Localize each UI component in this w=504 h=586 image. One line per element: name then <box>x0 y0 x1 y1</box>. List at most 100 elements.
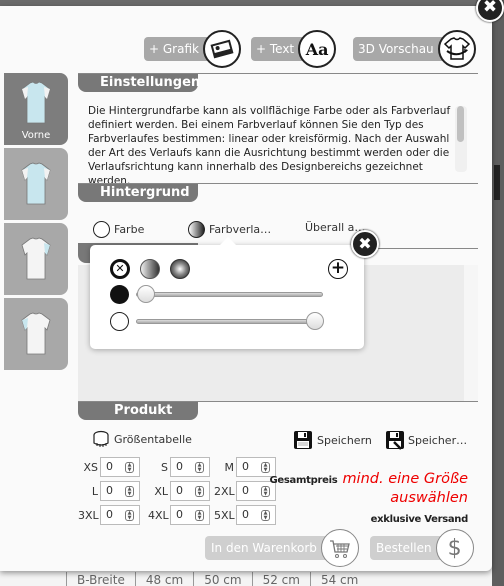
product-header: Produkt <box>78 402 198 420</box>
add-to-cart-button[interactable]: In den Warenkorb <box>205 529 359 567</box>
bg-table-cell: 52 cm <box>251 572 310 586</box>
size-label: XS <box>83 460 98 474</box>
quantity-input[interactable]: 0 ▲ ▼ <box>170 481 210 501</box>
size-field-s: S 0 ▲ ▼ <box>148 457 212 477</box>
quantity-value: 0 <box>242 508 249 521</box>
total-price: Gesamtpreis mind. eine Größe auswählen <box>248 468 469 506</box>
bg-table-cell: B-Breite <box>66 572 135 586</box>
quantity-value: 0 <box>106 484 113 497</box>
size-label: M <box>224 460 235 474</box>
view-front[interactable]: Vorne <box>4 73 68 145</box>
tshirt-back-icon <box>21 162 51 205</box>
tape-measure-icon <box>93 430 109 447</box>
image-icon <box>202 30 241 68</box>
settings-description: Die Hintergrundfarbe kann als vollflächi… <box>88 105 451 187</box>
view-left-sleeve[interactable] <box>4 223 68 295</box>
background-header: Hintergrund <box>78 184 198 202</box>
view-front-label: Vorne <box>21 130 51 141</box>
size-field-xs: XS 0 ▲ ▼ <box>78 457 142 477</box>
gradient-linear-button[interactable] <box>140 259 160 279</box>
quantity-value: 0 <box>176 484 183 497</box>
view-back[interactable] <box>4 148 68 220</box>
floppy-disk-edit-icon <box>386 431 404 450</box>
color-stop-2-slider[interactable] <box>136 312 324 330</box>
quantity-input[interactable]: 0 ▲ ▼ <box>100 505 140 525</box>
quantity-input[interactable]: 0 ▲ ▼ <box>100 457 140 477</box>
quantity-value: 0 <box>176 508 183 521</box>
option-label: Farbe <box>114 223 145 236</box>
quantity-stepper-icon[interactable]: ▲ ▼ <box>125 462 134 473</box>
size-label: 4XL <box>148 508 169 522</box>
dollar-icon: $ <box>435 529 474 567</box>
size-label: 3XL <box>78 508 99 522</box>
add-to-cart-label: In den Warenkorb <box>205 536 339 560</box>
color-stop-1-slider[interactable] <box>136 285 323 303</box>
popover-close-button[interactable]: ✖ <box>351 230 379 258</box>
quantity-input[interactable]: 0 ▲ ▼ <box>170 505 210 525</box>
size-field-5xl: 5XL 0 ▲ ▼ <box>214 505 278 525</box>
text-icon: Aa <box>298 30 337 68</box>
slider-handle[interactable] <box>306 312 324 330</box>
quantity-input[interactable]: 0 ▲ ▼ <box>236 505 276 525</box>
background-dark-bar <box>494 165 500 200</box>
tshirt-left-sleeve-icon <box>21 237 51 280</box>
design-area-edge <box>464 265 478 401</box>
quantity-stepper-icon[interactable]: ▲ ▼ <box>125 486 134 497</box>
size-label: 2XL <box>214 484 235 498</box>
quantity-stepper-icon[interactable]: ▲ ▼ <box>195 486 204 497</box>
background-overlay-right <box>492 0 504 586</box>
description-scrollbar[interactable] <box>455 106 467 172</box>
floppy-disk-icon <box>294 431 312 449</box>
shipping-note: exklusive Versand <box>370 514 469 525</box>
add-text-button[interactable]: + Text Aa <box>251 30 337 68</box>
size-label: L <box>91 484 98 498</box>
bg-table-cell: 48 cm <box>134 572 193 586</box>
option-label: Farbverla… <box>209 223 272 236</box>
view-selector: Vorne <box>4 73 68 373</box>
add-graphic-button[interactable]: + Grafik <box>144 30 241 68</box>
save-label: Speichern <box>317 433 372 447</box>
gradient-radio[interactable] <box>188 221 205 238</box>
quantity-stepper-icon[interactable]: ▲ ▼ <box>195 510 204 521</box>
quantity-input[interactable]: 0 ▲ ▼ <box>100 481 140 501</box>
scrollbar-thumb[interactable] <box>457 106 464 142</box>
total-price-label: Gesamtpreis <box>269 475 338 486</box>
background-option-gradient[interactable]: Farbverla… <box>188 221 271 238</box>
color-stop-2-swatch[interactable] <box>110 312 129 331</box>
view-right-sleeve[interactable] <box>4 298 68 370</box>
quantity-value: 0 <box>176 460 183 473</box>
bg-table-cell: 50 cm <box>193 572 251 586</box>
gradient-none-button[interactable]: ✕ <box>110 259 130 279</box>
tshirt-front-icon <box>21 81 51 124</box>
gradient-editor-popover: ✕ + <box>90 237 364 349</box>
quantity-stepper-icon[interactable]: ▲ ▼ <box>195 462 204 473</box>
size-table-link[interactable]: Größentabelle <box>92 430 192 448</box>
add-color-stop-button[interactable]: + <box>328 259 348 279</box>
background-option-solid[interactable]: Farbe <box>93 221 144 238</box>
background-size-table: B-Breite 48 cm 50 cm 52 cm 54 cm <box>66 572 369 586</box>
size-field-3xl: 3XL 0 ▲ ▼ <box>78 505 142 525</box>
solid-color-radio[interactable] <box>93 221 110 238</box>
save-button[interactable]: Speichern <box>293 430 372 450</box>
gradient-radial-button[interactable] <box>170 259 190 279</box>
order-button[interactable]: Bestellen $ <box>370 529 474 567</box>
quantity-stepper-icon[interactable]: ▲ ▼ <box>261 510 270 521</box>
slider-handle[interactable] <box>137 285 155 303</box>
size-field-l: L 0 ▲ ▼ <box>78 481 142 501</box>
popover-arrow <box>220 237 236 245</box>
3d-preview-button[interactable]: 3D Vorschau <box>353 30 476 68</box>
quantity-value: 0 <box>106 508 113 521</box>
save-as-label: Speicher… <box>408 433 468 447</box>
3d-tshirt-icon <box>437 30 476 68</box>
size-field-4xl: 4XL 0 ▲ ▼ <box>148 505 212 525</box>
tshirt-right-sleeve-icon <box>21 312 51 355</box>
save-as-button[interactable]: Speicher… <box>385 430 467 450</box>
size-label: S <box>161 460 168 474</box>
quantity-value: 0 <box>106 460 113 473</box>
size-table-label: Größentabelle <box>114 432 192 446</box>
shopping-cart-icon <box>320 529 359 567</box>
quantity-stepper-icon[interactable]: ▲ ▼ <box>125 510 134 521</box>
total-price-message: mind. eine Größe auswählen <box>342 471 468 506</box>
quantity-input[interactable]: 0 ▲ ▼ <box>170 457 210 477</box>
color-stop-1-swatch[interactable] <box>110 285 129 304</box>
